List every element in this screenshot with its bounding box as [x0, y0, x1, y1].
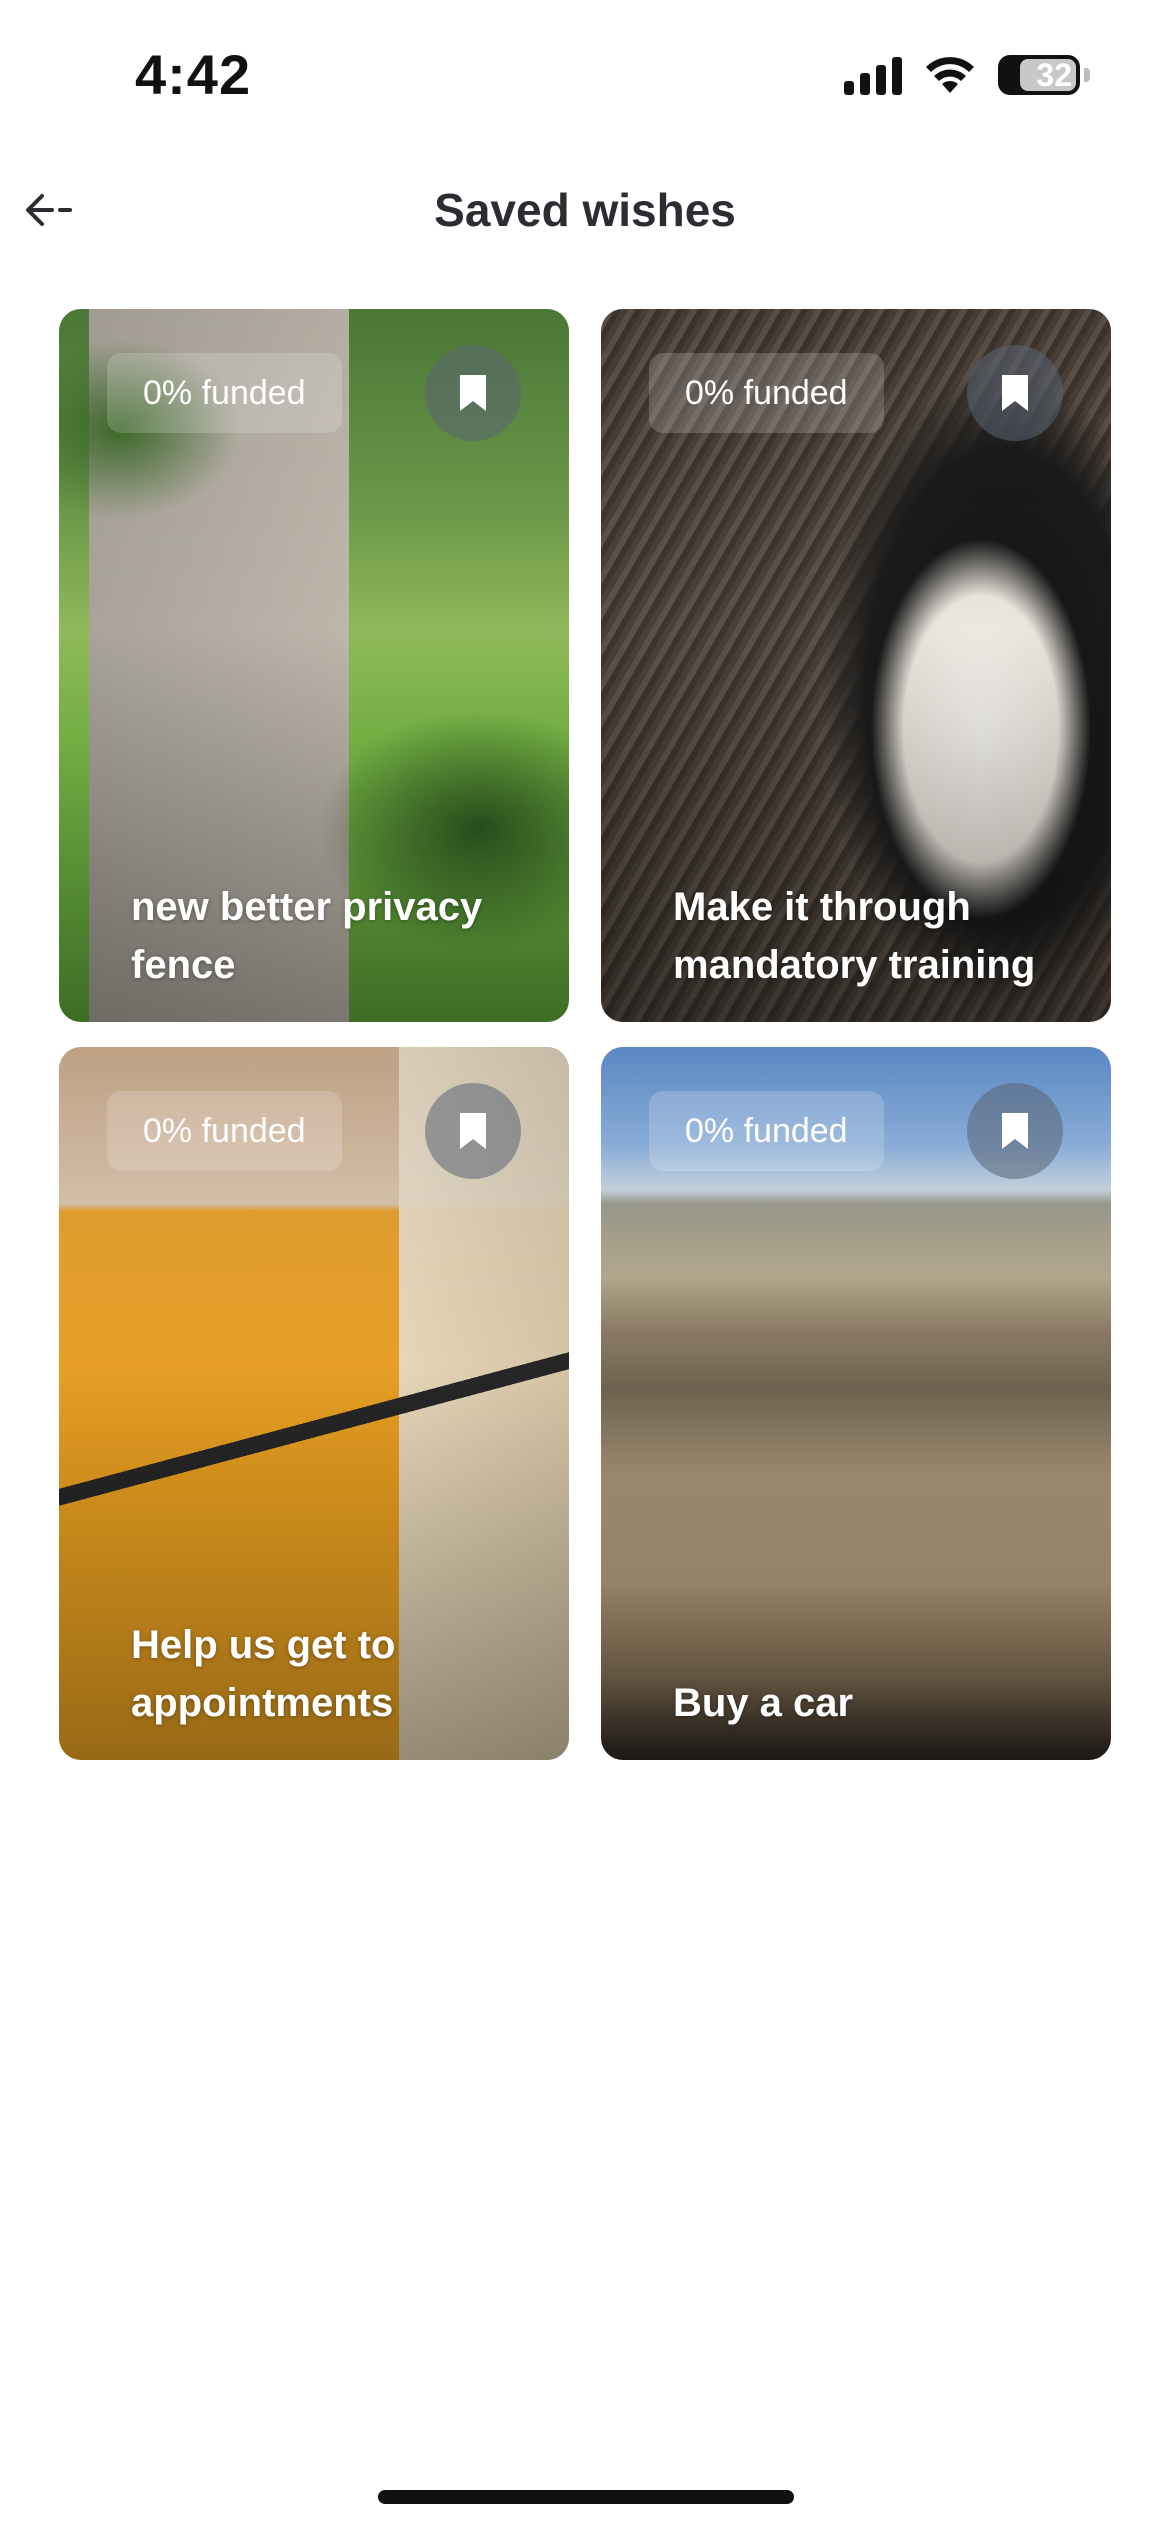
page-title: Saved wishes: [434, 184, 736, 236]
header: Saved wishes: [0, 165, 1170, 255]
bookmark-button[interactable]: [425, 1083, 521, 1179]
battery-cap: [1084, 68, 1090, 82]
wish-title: Make it through mandatory training: [673, 885, 1036, 987]
funded-badge: 0% funded: [107, 1091, 342, 1171]
bookmark-icon: [460, 375, 486, 411]
funded-badge: 0% funded: [649, 1091, 884, 1171]
funded-badge: 0% funded: [649, 353, 884, 433]
bookmark-button[interactable]: [967, 345, 1063, 441]
wifi-icon: [926, 57, 974, 93]
battery-level: 32: [1036, 56, 1072, 93]
status-bar: 4:42 32: [0, 0, 1170, 150]
saved-wishes-screen: 4:42 32 Saved wishes 0% funded new bette…: [0, 0, 1170, 2532]
wish-card[interactable]: 0% funded Help us get to appointments: [59, 1047, 569, 1760]
wish-card[interactable]: 0% funded Make it through mandatory trai…: [601, 309, 1111, 1022]
bookmark-icon: [460, 1113, 486, 1149]
funded-badge: 0% funded: [107, 353, 342, 433]
bookmark-icon: [1002, 375, 1028, 411]
wish-title: Help us get to appointments: [131, 1623, 396, 1725]
bookmark-button[interactable]: [967, 1083, 1063, 1179]
wish-title: new better privacy fence: [131, 885, 483, 987]
status-icons: 32: [844, 55, 1090, 95]
wish-title: Buy a car: [673, 1681, 854, 1725]
wish-card[interactable]: 0% funded new better privacy fence: [59, 309, 569, 1022]
cellular-signal-icon: [844, 55, 902, 95]
home-indicator: [378, 2490, 794, 2504]
bookmark-button[interactable]: [425, 345, 521, 441]
wishes-grid: 0% funded new better privacy fence 0% fu…: [59, 309, 1111, 1760]
wish-card[interactable]: 0% funded Buy a car: [601, 1047, 1111, 1760]
bookmark-icon: [1002, 1113, 1028, 1149]
status-time: 4:42: [135, 43, 252, 106]
battery-icon: 32: [998, 55, 1080, 95]
